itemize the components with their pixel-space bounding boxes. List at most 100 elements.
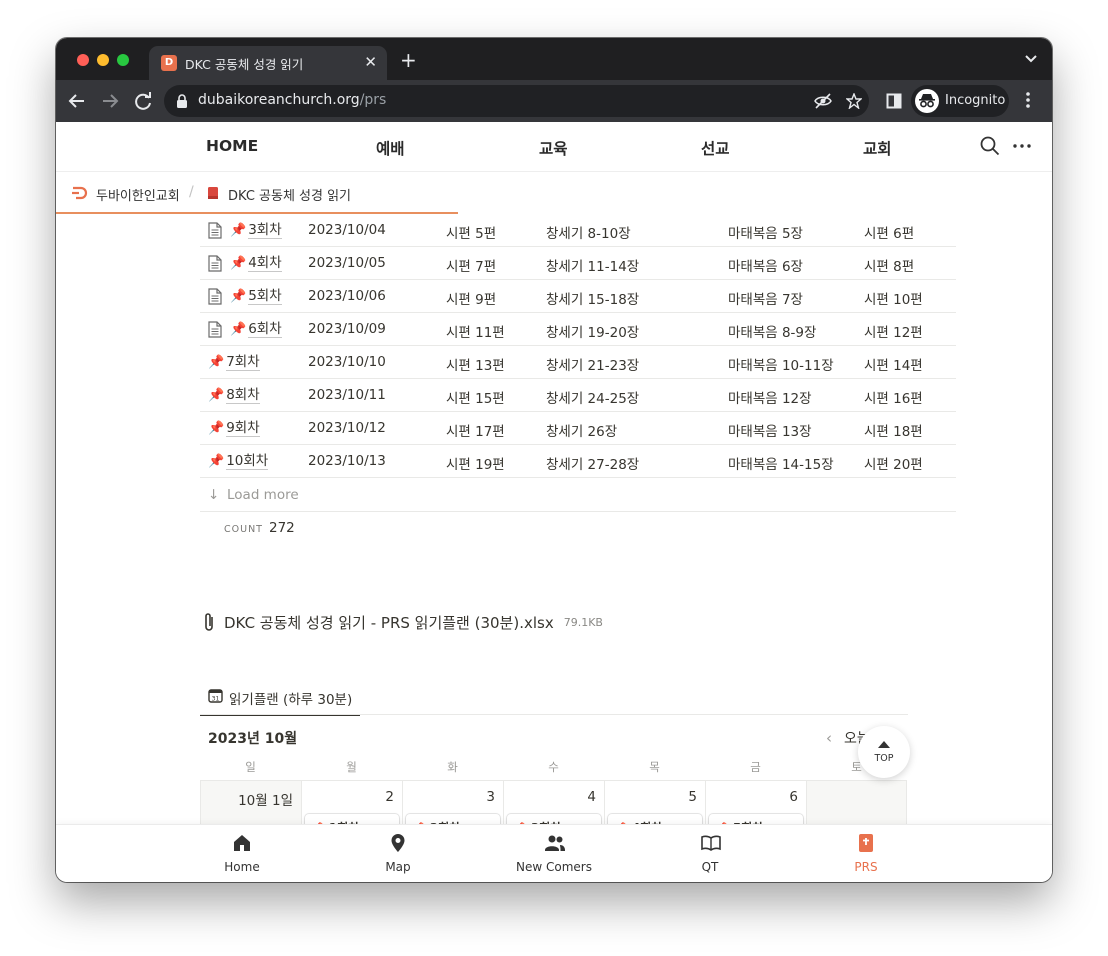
minimize-window-button[interactable] <box>97 54 109 66</box>
svg-text:31: 31 <box>212 696 220 703</box>
row-cell-c1: 시편 7편 <box>446 259 497 275</box>
row-title: 9회차 <box>226 420 260 437</box>
row-title: 8회차 <box>226 387 260 404</box>
row-cell-c1: 시편 5편 <box>446 226 497 242</box>
day-number: 3 <box>486 789 495 805</box>
row-cell-date: 2023/10/13 <box>308 453 386 469</box>
table-row[interactable]: 📌 3회차 2023/10/04 시편 5편 창세기 8-10장 마태복음 5장 시편 6편 <box>200 214 956 247</box>
church-logo-icon <box>72 186 88 200</box>
calendar-event-card[interactable]: 📌 3회차 <box>507 814 601 824</box>
forward-arrow-icon[interactable] <box>99 90 121 112</box>
row-title-cell[interactable]: 📌 6회차 <box>208 321 282 338</box>
calendar-day-cell[interactable]: 5 📌 4회차 <box>604 780 705 824</box>
calendar-day-cell[interactable] <box>806 780 907 824</box>
top-label: TOP <box>874 753 894 764</box>
row-cell-c4: 시편 14편 <box>864 358 923 374</box>
lock-icon[interactable] <box>176 94 188 108</box>
row-title: 3회차 <box>248 222 282 239</box>
nav-home[interactable]: HOME <box>206 137 258 155</box>
row-title: 7회차 <box>226 354 260 371</box>
table-row[interactable]: 📌 8회차 2023/10/11 시편 15편 창세기 24-25장 마태복음 12장 시편… <box>200 379 956 412</box>
row-title-cell[interactable]: 📌 10회차 <box>208 453 269 470</box>
breadcrumb-current-page[interactable]: DKC 공동체 성경 읽기 <box>228 185 351 204</box>
breadcrumb-home-link[interactable]: 두바이한인교회 <box>96 185 180 204</box>
tab-search-chevron-icon[interactable] <box>1024 54 1038 64</box>
maximize-window-button[interactable] <box>117 54 129 66</box>
row-cell-c3: 마태복음 13장 <box>728 424 812 440</box>
calendar-view-tab[interactable]: 31 읽기플랜 (하루 30분) <box>200 679 361 716</box>
pushpin-icon: 📌 <box>230 256 247 271</box>
row-title-cell[interactable]: 📌 9회차 <box>208 420 260 437</box>
calendar-day-cell[interactable]: 10월 1일 <box>200 780 301 824</box>
search-icon[interactable] <box>980 136 1000 156</box>
bottom-nav-qt[interactable]: QT <box>632 825 788 882</box>
address-bar[interactable]: dubaikoreanchurch.org/prs <box>164 85 869 117</box>
table-row[interactable]: 📌 4회차 2023/10/05 시편 7편 창세기 11-14장 마태복음 6장 시편 8… <box>200 247 956 280</box>
scroll-to-top-button[interactable]: TOP <box>858 726 910 778</box>
row-title-cell[interactable]: 📌 7회차 <box>208 354 260 371</box>
calendar-day-cell[interactable]: 3 📌 2회차 <box>402 780 503 824</box>
load-more-button[interactable]: ↓ Load more <box>200 478 956 512</box>
calendar-event-card[interactable]: 📌 4회차 <box>608 814 702 824</box>
browser-tab[interactable]: D DKC 공동체 성경 읽기 ✕ <box>149 46 387 80</box>
tab-close-icon[interactable]: ✕ <box>364 52 377 72</box>
bookmark-star-icon[interactable] <box>846 93 862 109</box>
nav-worship[interactable]: 예배 <box>376 137 405 159</box>
nav-education[interactable]: 교육 <box>539 137 568 159</box>
row-cell-c2: 창세기 19-20장 <box>546 325 640 341</box>
row-title-cell[interactable]: 📌 3회차 <box>208 222 282 239</box>
paperclip-icon <box>205 613 213 631</box>
calendar-event-card[interactable]: 📌 5회차 <box>709 814 803 824</box>
calendar-day-cell[interactable]: 2 📌 1회차 <box>301 780 402 824</box>
row-cell-date: 2023/10/09 <box>308 321 386 337</box>
incognito-profile-button[interactable]: Incognito <box>911 85 1009 117</box>
bottom-nav-prs[interactable]: PRS <box>788 825 944 882</box>
calendar-event-card[interactable]: 📌 2회차 <box>406 814 500 824</box>
pushpin-icon: 📌 <box>208 388 225 403</box>
calendar-month-title: 2023년 10월 <box>208 731 298 747</box>
table-row[interactable]: 📌 6회차 2023/10/09 시편 11편 창세기 19-20장 마태복음 8-9장 시… <box>200 313 956 346</box>
reload-icon[interactable] <box>132 90 154 112</box>
nav-mission[interactable]: 선교 <box>701 137 730 159</box>
calendar-day-cell[interactable]: 6 📌 5회차 <box>705 780 806 824</box>
bottom-nav-home[interactable]: Home <box>164 825 320 882</box>
row-title-cell[interactable]: 📌 5회차 <box>208 288 282 305</box>
new-tab-icon[interactable]: + <box>400 50 417 70</box>
bible-icon <box>859 834 873 852</box>
bottom-nav-map[interactable]: Map <box>320 825 476 882</box>
calendar-day-cell[interactable]: 4 📌 3회차 <box>503 780 604 824</box>
table-row[interactable]: 📌 5회차 2023/10/06 시편 9편 창세기 15-18장 마태복음 7장 시편 1… <box>200 280 956 313</box>
row-cell-c4: 시편 8편 <box>864 259 915 275</box>
book-icon <box>208 187 218 199</box>
table-row[interactable]: 📌 10회차 2023/10/13 시편 19편 창세기 27-28장 마태복음 14-1… <box>200 445 956 478</box>
calendar-event-card[interactable]: 📌 1회차 <box>305 814 399 824</box>
row-cell-c3: 마태복음 7장 <box>728 292 803 308</box>
row-title-cell[interactable]: 📌 4회차 <box>208 255 282 272</box>
table-row[interactable]: 📌 9회차 2023/10/12 시편 17편 창세기 26장 마태복음 13장 시편 18… <box>200 412 956 445</box>
row-title-cell[interactable]: 📌 8회차 <box>208 387 260 404</box>
row-cell-date: 2023/10/04 <box>308 222 386 238</box>
attachment-name: DKC 공동체 성경 읽기 - PRS 읽기플랜 (30분).xlsx <box>224 613 554 632</box>
pushpin-icon: 📌 <box>208 421 225 436</box>
close-window-button[interactable] <box>77 54 89 66</box>
row-cell-c3: 마태복음 8-9장 <box>728 325 817 341</box>
previous-month-icon[interactable]: ‹ <box>826 729 832 747</box>
row-cell-c1: 시편 17편 <box>446 424 505 440</box>
back-arrow-icon[interactable] <box>66 90 88 112</box>
row-cell-date: 2023/10/10 <box>308 354 386 370</box>
more-options-icon[interactable] <box>1013 144 1031 148</box>
document-icon <box>208 255 222 272</box>
table-row[interactable]: 📌 7회차 2023/10/10 시편 13편 창세기 21-23장 마태복음 10-11… <box>200 346 956 379</box>
tracking-protection-eye-icon[interactable] <box>814 93 832 109</box>
browser-menu-icon[interactable] <box>1026 92 1030 108</box>
file-attachment[interactable]: DKC 공동체 성경 읽기 - PRS 읽기플랜 (30분).xlsx 79.1… <box>202 611 603 633</box>
row-cell-c4: 시편 20편 <box>864 457 923 473</box>
open-book-icon <box>701 835 721 851</box>
incognito-icon <box>915 89 939 113</box>
screen: D DKC 공동체 성경 읽기 ✕ + dubaikoreanchurch.or… <box>0 0 1108 956</box>
map-pin-icon <box>391 834 405 852</box>
side-panel-icon[interactable] <box>886 93 902 109</box>
tab-strip: D DKC 공동체 성경 읽기 ✕ + <box>56 38 1052 80</box>
nav-church[interactable]: 교회 <box>863 137 892 159</box>
bottom-nav-new-comers[interactable]: New Comers <box>476 825 632 882</box>
